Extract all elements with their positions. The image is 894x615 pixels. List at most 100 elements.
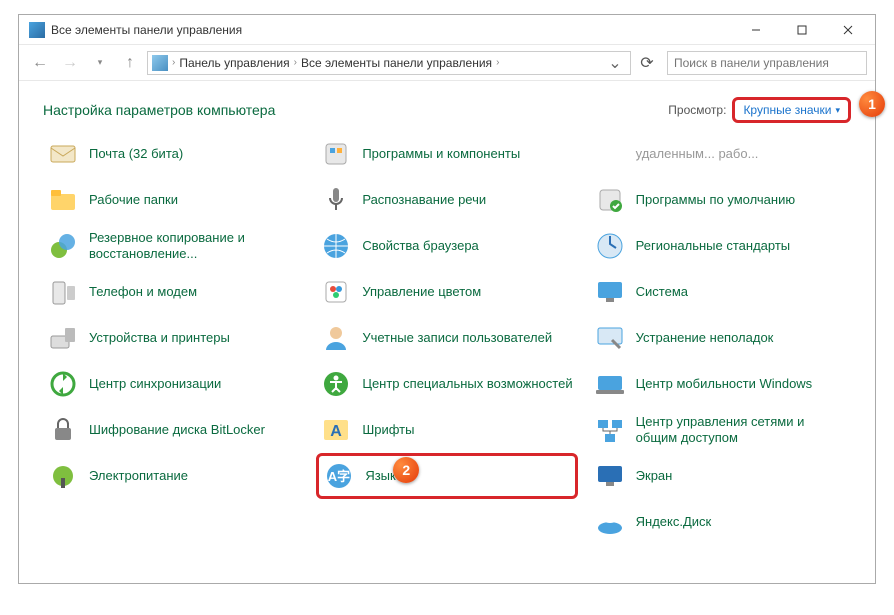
cpl-item-label: Шрифты	[362, 422, 414, 438]
sync-icon	[47, 368, 79, 400]
page-title: Настройка параметров компьютера	[43, 102, 668, 118]
breadcrumb-root[interactable]: Панель управления	[175, 56, 293, 70]
recent-dropdown[interactable]: ▾	[87, 50, 113, 76]
cpl-item-label: Устройства и принтеры	[89, 330, 230, 346]
programs-icon	[320, 138, 352, 170]
cpl-item-label: Центр мобильности Windows	[636, 376, 813, 392]
cpl-item-users[interactable]: Учетные записи пользователей	[316, 315, 577, 361]
users-icon	[320, 322, 352, 354]
cpl-item-label: Телефон и модем	[89, 284, 197, 300]
cpl-item-sync[interactable]: Центр синхронизации	[43, 361, 304, 407]
cpl-item-label: Яндекс.Диск	[636, 514, 712, 530]
control-panel-icon	[152, 55, 168, 71]
cpl-item-label: Шифрование диска BitLocker	[89, 422, 265, 438]
fonts-icon: A	[320, 414, 352, 446]
cpl-item-label: Резервное копирование и восстановление..…	[89, 230, 300, 263]
maximize-button[interactable]	[779, 15, 825, 45]
phone-icon	[47, 276, 79, 308]
cpl-item-network[interactable]: Центр управления сетями и общим доступом	[590, 407, 851, 453]
backup-icon	[47, 230, 79, 262]
cpl-item-phone[interactable]: Телефон и модем	[43, 269, 304, 315]
annotation-badge-1: 1	[859, 91, 885, 117]
navbar: ← → ▾ ↑ › Панель управления › Все элемен…	[19, 45, 875, 81]
up-button[interactable]: ↑	[117, 50, 143, 76]
cpl-item-speech[interactable]: Распознавание речи	[316, 177, 577, 223]
bitlocker-icon	[47, 414, 79, 446]
cpl-item-label: Распознавание речи	[362, 192, 486, 208]
header-row: Настройка параметров компьютера Просмотр…	[19, 81, 875, 131]
refresh-button[interactable]: ⟳	[635, 51, 659, 75]
trunc-icon	[594, 138, 626, 170]
cpl-item-label: Центр управления сетями и общим доступом	[636, 414, 847, 447]
workfolders-icon	[47, 184, 79, 216]
cpl-item-power[interactable]: Электропитание	[43, 453, 304, 499]
address-bar[interactable]: › Панель управления › Все элементы панел…	[147, 51, 631, 75]
items-area: Почта (32 бита) Программы и компоненты уда…	[19, 131, 875, 583]
power-icon	[47, 460, 79, 492]
cpl-item-label: Почта (32 бита)	[89, 146, 183, 162]
forward-button[interactable]: →	[57, 50, 83, 76]
control-panel-icon	[29, 22, 45, 38]
cpl-item-defaults[interactable]: Программы по умолчанию	[590, 177, 851, 223]
cpl-item-trunc[interactable]: удаленным... рабо...	[590, 131, 851, 177]
cpl-item-ease[interactable]: Центр специальных возможностей	[316, 361, 577, 407]
color-icon	[320, 276, 352, 308]
cpl-item-trouble[interactable]: Устранение неполадок	[590, 315, 851, 361]
speech-icon	[320, 184, 352, 216]
close-button[interactable]	[825, 15, 871, 45]
cpl-item-label: Программы по умолчанию	[636, 192, 795, 208]
region-icon	[594, 230, 626, 262]
devices-icon	[47, 322, 79, 354]
cpl-item-label: Электропитание	[89, 468, 188, 484]
titlebar: Все элементы панели управления	[19, 15, 875, 45]
display-icon	[594, 460, 626, 492]
chevron-right-icon: ›	[496, 57, 499, 68]
cpl-item-mail[interactable]: Почта (32 бита)	[43, 131, 304, 177]
mobility-icon	[594, 368, 626, 400]
cpl-item-label: Язык	[365, 468, 395, 484]
cpl-item-label: Региональные стандарты	[636, 238, 790, 254]
cpl-item-workfolders[interactable]: Рабочие папки	[43, 177, 304, 223]
cpl-item-label: удаленным... рабо...	[636, 146, 759, 162]
yandex-icon	[594, 506, 626, 538]
cpl-item-bitlocker[interactable]: Шифрование диска BitLocker	[43, 407, 304, 453]
back-button[interactable]: ←	[27, 50, 53, 76]
cpl-item-system[interactable]: Система	[590, 269, 851, 315]
cpl-item-label: Центр специальных возможностей	[362, 376, 572, 392]
cpl-item-label: Управление цветом	[362, 284, 481, 300]
ease-icon	[320, 368, 352, 400]
svg-text:A: A	[331, 423, 343, 440]
control-panel-window: Все элементы панели управления ← → ▾ ↑ ›…	[18, 14, 876, 584]
minimize-button[interactable]	[733, 15, 779, 45]
cpl-item-label: Экран	[636, 468, 673, 484]
mail-icon	[47, 138, 79, 170]
trouble-icon	[594, 322, 626, 354]
cpl-item-internet[interactable]: Свойства браузера	[316, 223, 577, 269]
cpl-item-label: Центр синхронизации	[89, 376, 221, 392]
svg-text:A字: A字	[328, 469, 350, 484]
cpl-item-programs[interactable]: Программы и компоненты	[316, 131, 577, 177]
search-input[interactable]	[667, 51, 867, 75]
address-dropdown[interactable]: ⌄	[604, 53, 626, 73]
cpl-item-mobility[interactable]: Центр мобильности Windows	[590, 361, 851, 407]
cpl-item-label: Программы и компоненты	[362, 146, 520, 162]
cpl-item-yandex[interactable]: Яндекс.Диск	[590, 499, 851, 545]
language-icon: A字	[323, 460, 355, 492]
cpl-item-label: Устранение неполадок	[636, 330, 774, 346]
cpl-item-color[interactable]: Управление цветом	[316, 269, 577, 315]
cpl-item-language[interactable]: A字Язык2	[316, 453, 577, 499]
window-title: Все элементы панели управления	[51, 23, 733, 37]
breadcrumb-current[interactable]: Все элементы панели управления	[297, 56, 496, 70]
view-label: Просмотр:	[668, 103, 726, 117]
cpl-item-fonts[interactable]: A Шрифты	[316, 407, 577, 453]
cpl-item-devices[interactable]: Устройства и принтеры	[43, 315, 304, 361]
network-icon	[594, 414, 626, 446]
cpl-item-label: Рабочие папки	[89, 192, 178, 208]
cpl-item-label: Учетные записи пользователей	[362, 330, 552, 346]
cpl-item-region[interactable]: Региональные стандарты	[590, 223, 851, 269]
system-icon	[594, 276, 626, 308]
view-dropdown[interactable]: Крупные значки	[732, 97, 851, 123]
cpl-item-label: Свойства браузера	[362, 238, 478, 254]
cpl-item-display[interactable]: Экран	[590, 453, 851, 499]
cpl-item-backup[interactable]: Резервное копирование и восстановление..…	[43, 223, 304, 269]
